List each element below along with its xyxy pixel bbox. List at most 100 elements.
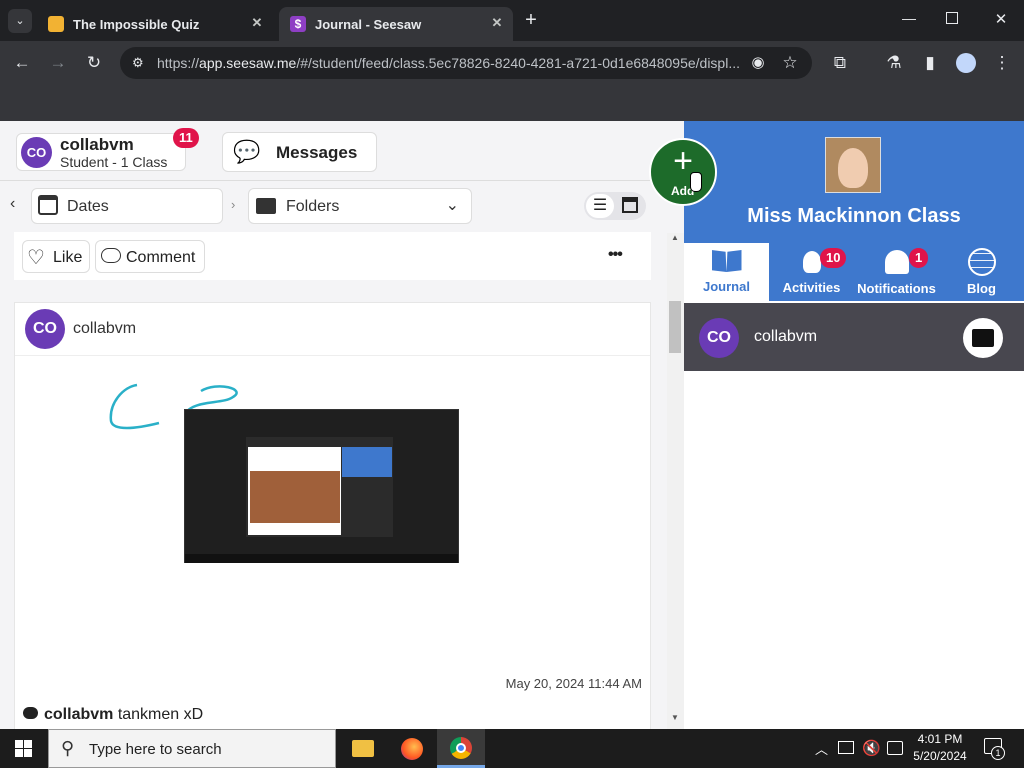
action-center-count: 1 [991, 746, 1005, 760]
bookmark-bar [0, 85, 1024, 121]
new-tab-plus-icon[interactable]: + [520, 9, 542, 31]
forward-arrow-icon[interactable]: → [46, 51, 70, 75]
scroll-thumb[interactable] [669, 301, 681, 353]
chevron-right-icon: › [231, 197, 236, 212]
nested-class-header [342, 447, 392, 477]
comment-text: tankmen xD [117, 706, 204, 723]
bookmark-star-icon[interactable]: ☆ [778, 51, 802, 75]
address-bar[interactable]: ⚙ https://app.seesaw.me/#/student/feed/c… [120, 47, 812, 79]
comment-bubble-icon [23, 707, 38, 719]
nested-game-image [250, 471, 340, 523]
tab-journal-seesaw[interactable]: $ Journal - Seesaw ✕ [279, 7, 513, 41]
student-name: collabvm [754, 328, 818, 345]
reload-icon[interactable]: ↻ [82, 51, 106, 75]
like-label: Like [53, 249, 83, 266]
nav-blog[interactable]: Blog [939, 243, 1024, 301]
folder-icon [972, 329, 994, 347]
side-panel-icon[interactable]: ▮ [918, 51, 942, 75]
class-photo[interactable] [825, 137, 881, 193]
tab-impossible-quiz[interactable]: The Impossible Quiz ✕ [37, 7, 273, 41]
search-icon: ⚲ [61, 738, 75, 758]
firefox-icon[interactable] [401, 738, 423, 760]
site-info-icon[interactable]: ⚙ [132, 47, 144, 79]
search-placeholder: Type here to search [89, 741, 222, 758]
folder-icon [256, 198, 276, 214]
close-window-icon[interactable]: ✕ [991, 10, 1011, 30]
folders-filter[interactable]: Folders ⌄ [248, 188, 472, 224]
messages-label: Messages [276, 143, 358, 162]
url-prefix: https:// [157, 55, 200, 71]
journal-feed-pane: CO collabvm Student - 1 Class 11 💬 Messa… [0, 121, 684, 729]
comment-button[interactable]: Comment [95, 240, 205, 273]
profile-icon[interactable] [956, 53, 976, 73]
network-icon[interactable] [838, 741, 854, 754]
book-icon [711, 250, 742, 272]
windows-taskbar: ⚲ Type here to search ︿ 🔇 4:01 PM 5/20/2… [0, 729, 1024, 768]
back-arrow-icon[interactable]: ← [10, 51, 34, 75]
tray-chevron-up-icon[interactable]: ︿ [815, 739, 828, 758]
taskbar-search-box[interactable]: ⚲ Type here to search [48, 729, 336, 768]
menu-kebab-icon[interactable]: ⋮ [990, 51, 1014, 75]
chrome-taskbar-item[interactable] [437, 729, 485, 768]
tab-title: The Impossible Quiz [73, 16, 200, 32]
file-explorer-icon[interactable] [352, 740, 374, 757]
chevron-down-icon: ⌄ [445, 197, 459, 214]
avatar: CO [21, 137, 52, 168]
folders-label: Folders [286, 198, 340, 215]
close-tab-icon[interactable]: ✕ [249, 15, 265, 31]
screenshot-image[interactable] [184, 409, 459, 563]
seesaw-favicon-icon: $ [290, 16, 306, 32]
post-timestamp: May 20, 2024 11:44 AM [505, 676, 642, 691]
tab-search-button[interactable]: ⌄ [8, 9, 32, 33]
dates-filter[interactable]: Dates [31, 188, 223, 224]
minimize-icon[interactable]: — [899, 10, 919, 30]
class-name: Miss Mackinnon Class [747, 205, 961, 227]
messages-button[interactable]: 💬 Messages [222, 132, 377, 172]
student-row[interactable]: CO collabvm [684, 303, 1024, 371]
restore-icon[interactable] [946, 12, 958, 24]
collapse-chevron-icon[interactable]: ‹ [10, 195, 15, 213]
extensions-icon[interactable]: ⧉ [828, 51, 852, 75]
bell-icon [884, 250, 909, 274]
clock-time[interactable]: 4:01 PM [911, 732, 969, 746]
profile-name: collabvm [60, 135, 134, 154]
notifications-badge: 1 [909, 248, 929, 268]
nav-journal[interactable]: Journal [684, 243, 769, 301]
heart-icon: ♡ [27, 247, 45, 269]
mouse-cursor-icon [690, 172, 702, 192]
add-button[interactable]: + Add [649, 138, 717, 206]
plus-icon: + [673, 142, 693, 180]
labs-flask-icon[interactable]: ⚗ [882, 51, 906, 75]
student-avatar: CO [699, 318, 739, 358]
student-folder-button[interactable] [963, 318, 1003, 358]
volume-muted-icon[interactable]: 🔇 [862, 739, 881, 757]
like-button[interactable]: ♡ Like [22, 240, 90, 273]
scroll-up-arrow-icon[interactable]: ▲ [671, 233, 679, 242]
post-author-avatar: CO [25, 309, 65, 349]
activities-badge: 10 [820, 248, 847, 268]
comment-row: collabvm tankmen xD [23, 706, 203, 724]
calendar-view-icon[interactable] [622, 197, 638, 213]
dates-label: Dates [67, 198, 109, 215]
meet-now-icon[interactable] [887, 741, 903, 755]
close-tab-icon[interactable]: ✕ [489, 15, 505, 31]
more-options-icon[interactable]: ••• [608, 246, 623, 264]
post-author-name: collabvm [73, 320, 137, 337]
scroll-down-arrow-icon[interactable]: ▼ [671, 713, 679, 722]
tab-title: Journal - Seesaw [315, 16, 422, 32]
list-view-icon[interactable]: ☰ [586, 194, 614, 218]
chat-bubbles-icon: 💬 [233, 139, 261, 164]
journal-post: CO collabvm May 20, 2024 11:44 AM collab… [14, 302, 651, 729]
profile-notification-badge: 11 [173, 128, 199, 148]
globe-icon [967, 248, 996, 276]
profile-switcher[interactable]: CO collabvm Student - 1 Class [16, 133, 186, 171]
clock-date[interactable]: 5/20/2024 [908, 749, 972, 763]
eye-icon[interactable]: ◉ [746, 51, 770, 75]
url-path: /#/student/feed/class.5ec78826-8240-4281… [296, 55, 741, 71]
feed-scrollbar[interactable]: ▲ ▼ [667, 233, 684, 729]
nav-notifications-label: Notifications [857, 281, 936, 296]
nav-blog-label: Blog [967, 281, 996, 296]
calendar-icon [38, 195, 58, 215]
windows-start-icon[interactable] [15, 740, 32, 757]
post-action-bar: ♡ Like Comment ••• [14, 232, 651, 280]
